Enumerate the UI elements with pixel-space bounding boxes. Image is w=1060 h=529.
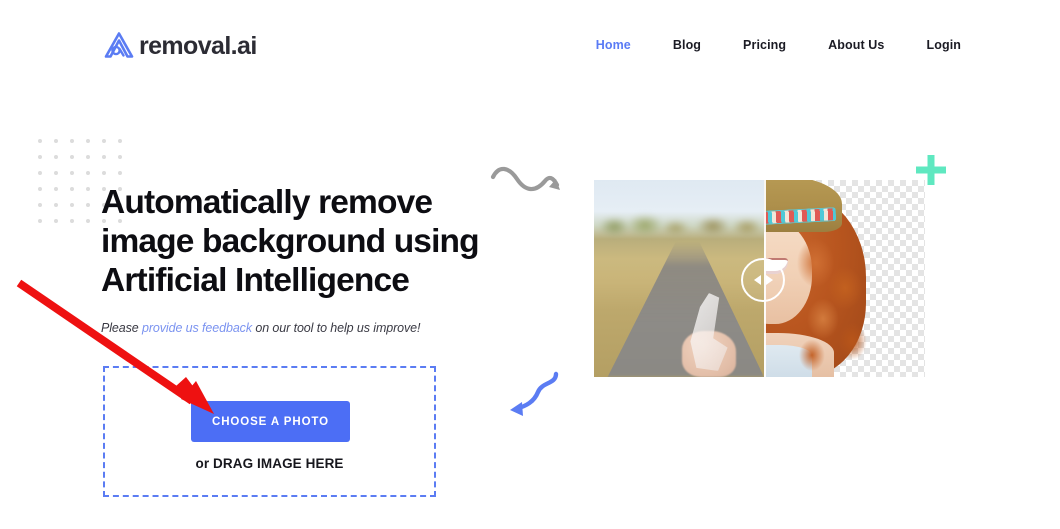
dot [38,203,42,207]
before-after-preview[interactable] [594,180,925,377]
dot [86,219,90,223]
dot [54,203,58,207]
site-logo[interactable]: removal.ai [101,28,257,64]
choose-a-photo-button[interactable]: CHOOSE A PHOTO [191,401,350,442]
provide-feedback-link[interactable]: provide us feedback [142,321,252,335]
dot [70,155,74,159]
dot [102,139,106,143]
hero-copy: Automatically remove image background us… [101,183,561,335]
logo-text: removal.ai [139,31,257,60]
nav-item-login[interactable]: Login [905,38,982,52]
dot [54,155,58,159]
hero-subhead: Please provide us feedback on our tool t… [101,321,561,335]
dot [38,155,42,159]
nav-item-pricing[interactable]: Pricing [722,38,807,52]
dot [70,203,74,207]
dot [118,139,122,143]
dot [118,171,122,175]
dot [102,171,106,175]
dot [86,203,90,207]
arrow-right-icon [765,275,773,285]
dot [70,171,74,175]
dot [38,171,42,175]
headline-line-2: image background using [101,223,480,261]
nav-item-about-us[interactable]: About Us [807,38,905,52]
dot [38,139,42,143]
dot [70,139,74,143]
removal-ai-logo-mark-icon [104,32,134,58]
dot [118,155,122,159]
site-header: removal.ai Home Blog Pricing About Us Lo… [0,0,1060,92]
nav-item-home[interactable]: Home [575,38,652,52]
headline-line-3: Artificial Intelligence [101,262,410,300]
dot [70,219,74,223]
dot [38,187,42,191]
dot [86,139,90,143]
dot [54,139,58,143]
image-dropzone[interactable]: CHOOSE A PHOTO or DRAG IMAGE HERE [103,366,436,497]
dot [38,219,42,223]
arrow-left-icon [753,275,761,285]
comparison-slider-handle[interactable] [741,258,785,302]
headline-line-1: Automatically remove [101,184,433,221]
dot [54,219,58,223]
dot [70,187,74,191]
dot [86,187,90,191]
dot [54,187,58,191]
dot [54,171,58,175]
dot [102,155,106,159]
nav-item-blog[interactable]: Blog [652,38,722,52]
dot [86,171,90,175]
main-nav: Home Blog Pricing About Us Login [575,38,982,52]
scene-treeline [594,210,764,238]
subject-hair-curls [788,232,880,372]
subhead-suffix: on our tool to help us improve! [251,320,421,335]
dot [86,155,90,159]
subhead-prefix: Please [101,320,142,335]
drag-image-here-label: or DRAG IMAGE HERE [195,456,344,471]
original-photo-background [594,180,764,377]
page-title: Automatically remove image background us… [101,183,561,301]
blue-curved-arrow-icon [510,371,559,416]
